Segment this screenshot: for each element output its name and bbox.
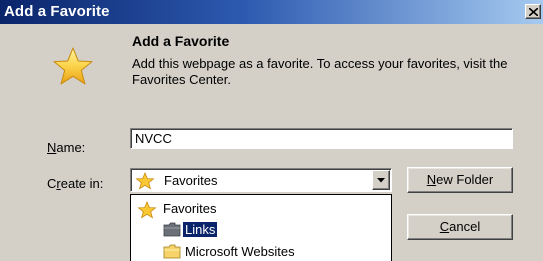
name-field[interactable] [130, 128, 513, 149]
cancel-button[interactable]: Cancel [407, 214, 513, 240]
favorite-star-icon [53, 47, 93, 85]
create-in-combobox[interactable]: Favorites [130, 168, 392, 192]
name-label: Name: [47, 140, 86, 155]
add-favorite-dialog: Add a Favorite Add a Favorite Add this w… [0, 0, 543, 261]
favorites-star-icon [137, 201, 157, 219]
folder-item-label: Links [181, 221, 219, 238]
title-bar[interactable]: Add a Favorite [0, 0, 543, 24]
dialog-description: Add this webpage as a favorite. To acces… [132, 56, 508, 87]
new-folder-button[interactable]: New Folder [407, 167, 513, 193]
folder-item-label: Microsoft Websites [185, 244, 295, 259]
folder-dropdown-list: Favorites Links Microsoft Websites [130, 194, 392, 261]
favorites-star-icon [135, 172, 155, 190]
folder-item-label: Favorites [163, 201, 217, 216]
folder-icon [163, 222, 181, 237]
folder-icon [163, 244, 181, 259]
dialog-heading: Add a Favorite [132, 33, 230, 49]
combobox-dropdown-button[interactable] [372, 170, 390, 190]
create-in-label: Create in: [47, 176, 104, 191]
close-icon [529, 8, 538, 16]
window-title: Add a Favorite [4, 3, 110, 20]
chevron-down-icon [377, 178, 385, 183]
create-in-selected: Favorites [164, 173, 218, 188]
close-button[interactable] [525, 4, 541, 19]
